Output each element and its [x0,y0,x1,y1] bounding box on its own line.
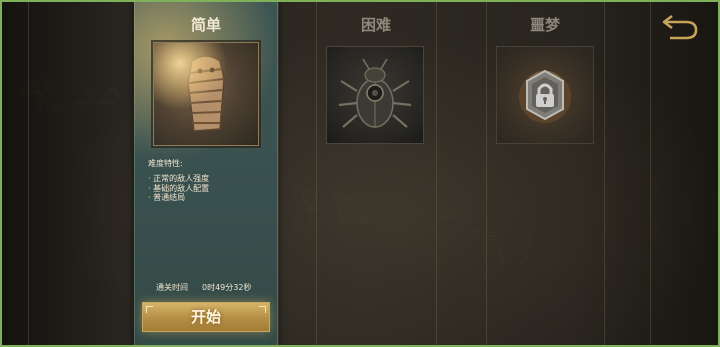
clear-time-label: 通关时间 [156,283,188,292]
back-arrow-icon [662,14,698,40]
difficulty-select-screen: 𓂀𓃭𓆣 𓋹𓅓𓂻𓏏 𓆓𓎛𓊪 简单 困难 噩梦 难度特性: · 正常的敌人强度 · … [0,0,720,347]
back-button[interactable] [660,10,700,42]
column-divider [604,0,605,347]
difficulty-title-easy[interactable]: 简单 [134,14,278,35]
column-divider [436,0,437,347]
mummy-icon [154,43,258,145]
hieroglyph-texture: 𓋹𓅓𓂻𓏏 [300,193,469,233]
difficulty-card-easy[interactable] [153,42,259,146]
difficulty-traits-list: · 正常的敌人强度 · 基础的敌人配置 · 普通结局 [148,174,209,203]
trait-item: · 基础的敌人配置 [148,183,210,193]
column-divider [650,0,651,347]
difficulty-card-nightmare[interactable] [496,46,594,144]
difficulty-card-hard[interactable] [326,46,424,144]
scarab-icon [338,58,412,128]
clear-time-value: 0时49分32秒 [202,283,252,292]
start-button[interactable]: 开始 [142,302,270,332]
difficulty-title-nightmare[interactable]: 噩梦 [486,14,604,35]
trait-item: · 普通结局 [148,193,186,202]
column-divider [278,0,279,347]
column-divider [486,0,487,347]
clear-time: 通关时间 0时49分32秒 [156,282,251,293]
column-divider [28,0,29,347]
lock-icon [519,69,571,123]
column-divider [316,0,317,347]
trait-item: · 正常的敌人强度 [148,174,210,183]
difficulty-traits-heading: 难度特性: [148,159,183,168]
difficulty-title-hard[interactable]: 困难 [316,14,436,35]
